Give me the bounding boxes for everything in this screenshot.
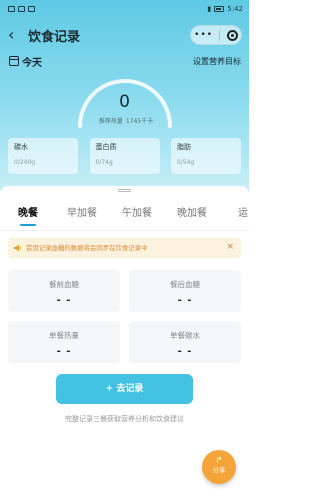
nutrient-label: 蛋白质 bbox=[95, 143, 117, 151]
nutrient-card-carbs: 碳水 0/240g bbox=[8, 138, 78, 174]
notification-icon bbox=[8, 6, 15, 12]
date-label[interactable]: 今天 bbox=[22, 54, 42, 69]
metric-value: - - bbox=[56, 295, 72, 306]
drag-handle-icon[interactable] bbox=[118, 189, 131, 192]
metric-card-meal-carbs[interactable]: 单餐碳水 - - bbox=[129, 321, 241, 363]
recommended-label: 推荐热量 bbox=[98, 118, 123, 125]
speaker-icon bbox=[14, 244, 22, 252]
battery-icon bbox=[214, 6, 225, 12]
tab-exercise[interactable]: 运 bbox=[238, 204, 248, 219]
metric-card-meal-calories[interactable]: 单餐热量 - - bbox=[8, 321, 120, 363]
nutrient-label: 碳水 bbox=[14, 143, 28, 151]
metric-label: 单餐碳水 bbox=[170, 331, 200, 340]
record-hint: 完整记录三餐获取营养分析和饮食建议 bbox=[65, 415, 184, 423]
recommended-calories: 推荐热量 1745千卡 bbox=[0, 116, 249, 125]
share-label: 分享 bbox=[212, 466, 226, 474]
nutrient-card-protein: 蛋白质 0/74g bbox=[89, 138, 160, 174]
sync-notice: 首页记录血糖的数据将会同步在饮食记录中 × bbox=[8, 238, 241, 258]
metric-value: - - bbox=[177, 295, 193, 306]
tab-evening-snack[interactable]: 晚加餐 bbox=[177, 204, 207, 219]
nav-bar: ‹ 饮食记录 ••• bbox=[0, 22, 249, 48]
go-record-button[interactable]: + 去记录 bbox=[56, 374, 193, 404]
calendar-icon[interactable] bbox=[9, 56, 19, 66]
nutrient-value: 0/240g bbox=[14, 159, 36, 166]
active-tab-indicator bbox=[20, 224, 36, 226]
status-bar: ▮ 5:42 bbox=[0, 0, 249, 20]
tab-afternoon-snack[interactable]: 午加餐 bbox=[122, 204, 152, 219]
status-time: 5:42 bbox=[227, 5, 243, 13]
metric-label: 餐后血糖 bbox=[170, 280, 200, 289]
set-nutrition-goal-link[interactable]: 设置营养目标 bbox=[193, 56, 241, 67]
notice-text: 首页记录血糖的数据将会同步在饮食记录中 bbox=[26, 244, 148, 252]
date-row: 今天 设置营养目标 bbox=[0, 54, 249, 70]
tab-divider bbox=[0, 230, 249, 231]
nutrient-label: 脂肪 bbox=[177, 143, 191, 151]
notification-icon bbox=[18, 6, 25, 12]
chevron-left-icon[interactable]: ‹ bbox=[8, 24, 26, 46]
capsule-divider bbox=[219, 29, 221, 41]
tab-morning-snack[interactable]: 早加餐 bbox=[67, 204, 97, 219]
nutrient-value: 0/54g bbox=[177, 159, 195, 166]
share-button[interactable]: ↱ 分享 bbox=[202, 450, 236, 484]
calorie-value: 0 bbox=[119, 92, 130, 112]
tab-dinner[interactable]: 晚餐 bbox=[18, 204, 38, 219]
metric-label: 餐前血糖 bbox=[49, 280, 79, 289]
status-indicators: ▮ 5:42 bbox=[207, 5, 243, 13]
nutrient-card-fat: 脂肪 0/54g bbox=[171, 138, 241, 174]
notification-icons bbox=[8, 6, 35, 12]
metric-card-pre-meal-glucose[interactable]: 餐前血糖 - - bbox=[8, 270, 120, 312]
target-icon[interactable] bbox=[226, 29, 238, 41]
metric-card-post-meal-glucose[interactable]: 餐后血糖 - - bbox=[129, 270, 241, 312]
mini-program-capsule: ••• bbox=[190, 25, 242, 45]
more-dots-icon[interactable]: ••• bbox=[194, 30, 213, 40]
close-icon[interactable]: × bbox=[226, 242, 234, 252]
metric-value: - - bbox=[177, 346, 193, 357]
signal-icon: ▮ bbox=[207, 5, 212, 13]
nutrient-cards: 碳水 0/240g 蛋白质 0/74g 脂肪 0/54g bbox=[8, 138, 241, 174]
nutrient-value: 0/74g bbox=[95, 159, 113, 166]
meal-tabs: 晚餐 早加餐 午加餐 晚加餐 运 bbox=[0, 201, 249, 223]
metric-label: 单餐热量 bbox=[49, 331, 79, 340]
share-arrow-icon: ↱ bbox=[215, 456, 223, 466]
recommended-value: 1745千卡 bbox=[125, 118, 154, 125]
notification-icon bbox=[28, 6, 35, 12]
metric-value: - - bbox=[56, 346, 72, 357]
page-title: 饮食记录 bbox=[28, 30, 81, 45]
